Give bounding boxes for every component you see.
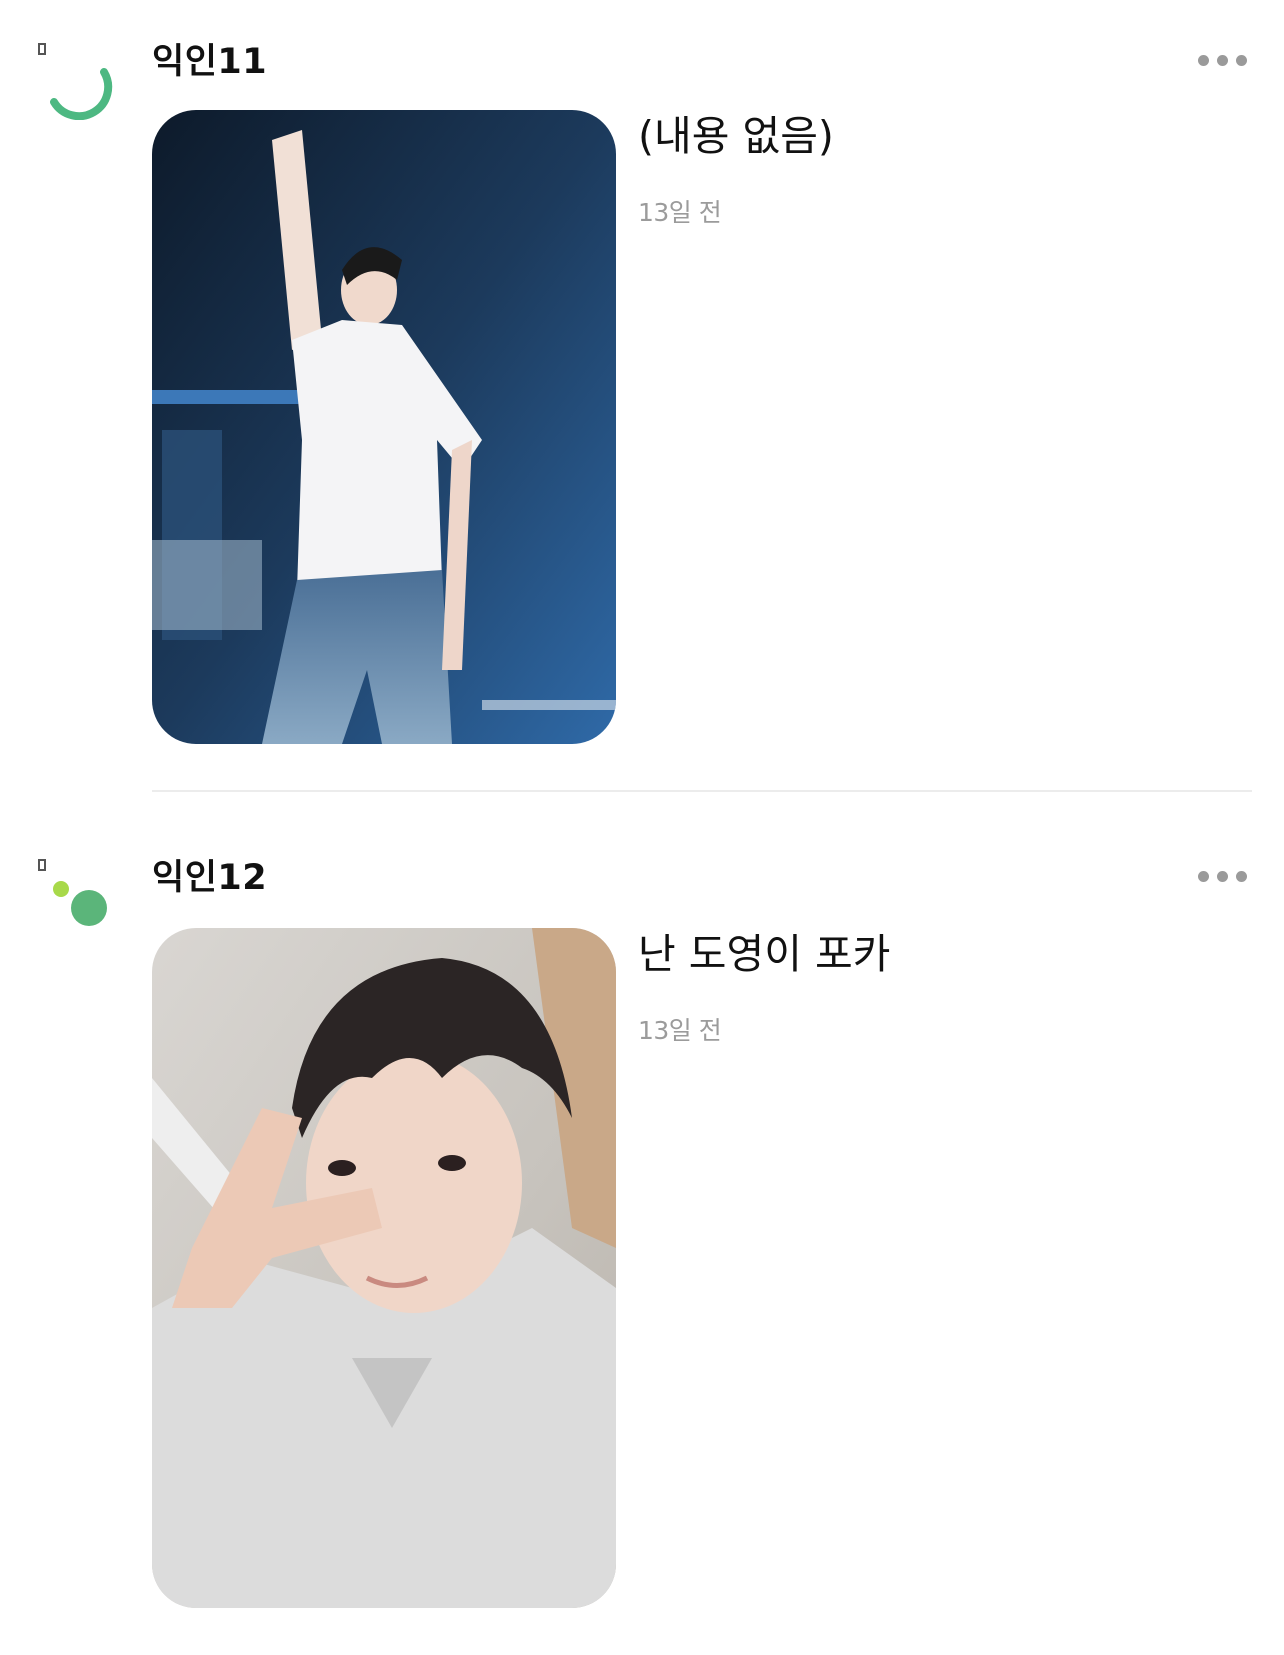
post-content: (내용 없음) (638, 112, 834, 160)
post-content: 난 도영이 포카 (638, 930, 891, 978)
more-dot (1217, 55, 1228, 66)
more-dots-icon (1198, 871, 1209, 882)
author-name[interactable]: 익인11 (152, 38, 267, 86)
more-dot (1236, 55, 1247, 66)
more-dots-icon (1198, 55, 1209, 66)
avatar[interactable] (34, 856, 114, 936)
post-photo[interactable] (152, 110, 616, 744)
dots-avatar-icon (38, 859, 107, 926)
author-name[interactable]: 익인12 (152, 854, 267, 902)
more-dot (1217, 871, 1228, 882)
post-photo[interactable] (152, 928, 616, 1608)
more-dot (1236, 871, 1247, 882)
post-timestamp: 13일 전 (638, 198, 722, 227)
post-timestamp: 13일 전 (638, 1016, 722, 1045)
more-options-button[interactable] (1196, 864, 1252, 888)
divider (152, 790, 1252, 792)
avatar[interactable] (34, 40, 114, 120)
photo-thumbnail (152, 928, 616, 1608)
partial-ring-avatar-icon (38, 43, 113, 120)
photo-thumbnail (152, 110, 616, 744)
more-options-button[interactable] (1196, 48, 1252, 72)
